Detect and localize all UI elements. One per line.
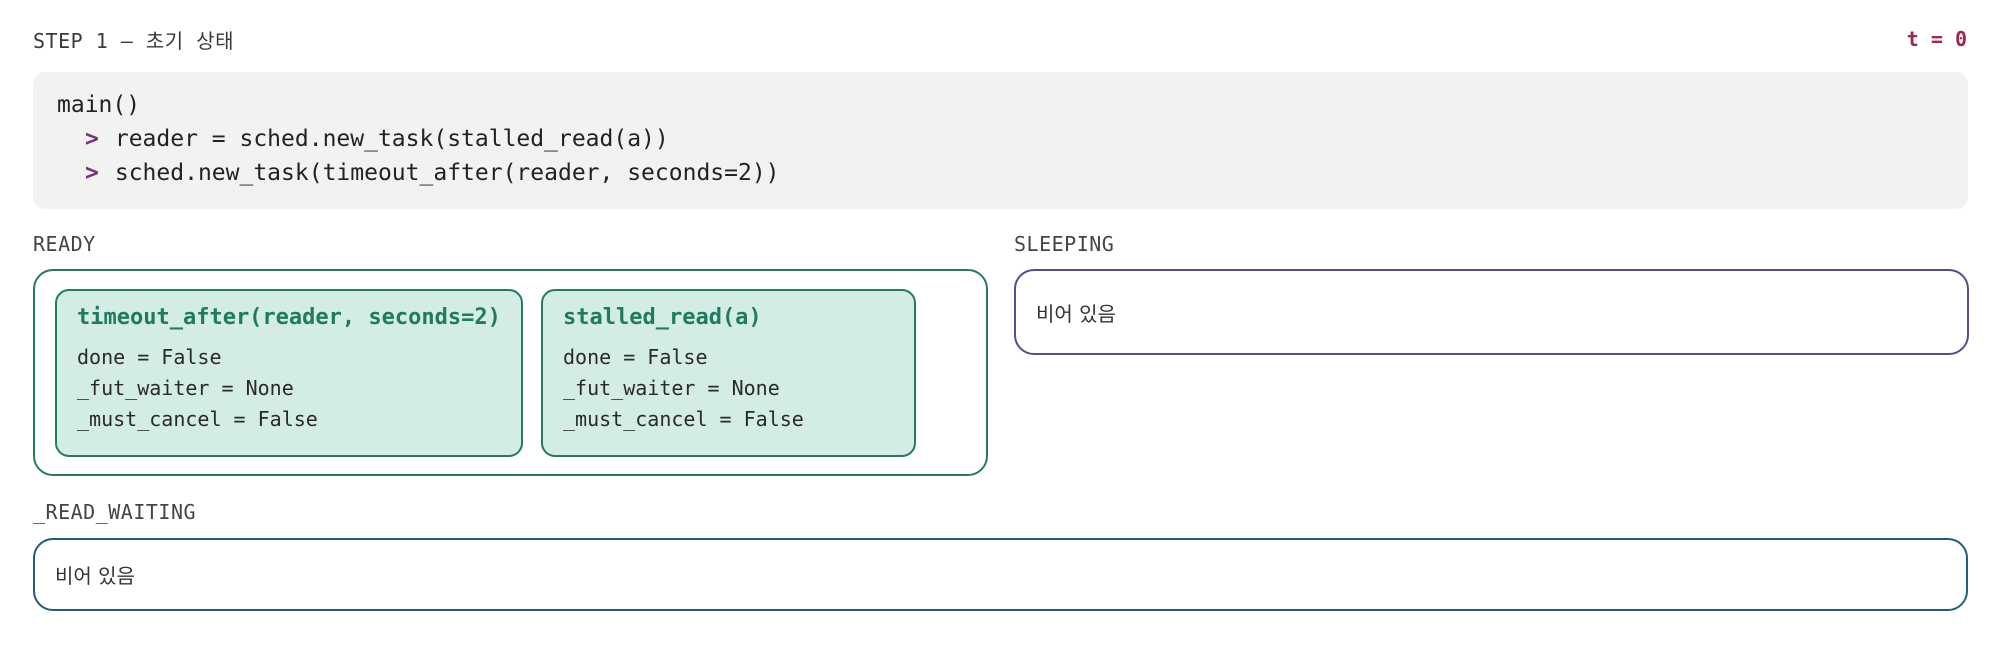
ready-label: READY bbox=[33, 232, 96, 256]
task-name: stalled_read(a) bbox=[563, 305, 762, 330]
read-waiting-label: _READ_WAITING bbox=[33, 500, 197, 524]
step-title: STEP 1 — 초기 상태 bbox=[33, 28, 235, 53]
sleeping-empty-text: 비어 있음 bbox=[1036, 302, 1116, 326]
task-field-fut-waiter: _fut_waiter = None bbox=[77, 376, 294, 400]
code-line-timeout-text: sched.new_task(timeout_after(reader, sec… bbox=[114, 160, 780, 186]
task-card-stalled-read: stalled_read(a) done = False _fut_waiter… bbox=[541, 289, 916, 457]
read-waiting-empty-text: 비어 있음 bbox=[55, 564, 135, 588]
code-line-timeout: > sched.new_task(timeout_after(reader, se… bbox=[57, 156, 1944, 190]
sleeping-queue-panel: 비어 있음 bbox=[1014, 269, 1969, 355]
task-field-done: done = False bbox=[77, 345, 222, 369]
task-field-done: done = False bbox=[563, 345, 708, 369]
code-block: main() > reader = sched.new_task(stalled_… bbox=[33, 72, 1968, 209]
task-field-must-cancel: _must_cancel = False bbox=[563, 407, 804, 431]
task-field-must-cancel: _must_cancel = False bbox=[77, 407, 318, 431]
task-name: timeout_after(reader, seconds=2) bbox=[77, 305, 501, 330]
code-line-reader-text: reader = sched.new_task(stalled_read(a)) bbox=[114, 126, 669, 152]
code-line-main: main() bbox=[57, 92, 141, 118]
prompt-symbol: > bbox=[85, 160, 99, 186]
ready-queue-panel: timeout_after(reader, seconds=2) done = … bbox=[33, 269, 988, 476]
step-header: STEP 1 — 초기 상태 t = 0 bbox=[33, 24, 1967, 54]
read-waiting-panel: 비어 있음 bbox=[33, 538, 1968, 611]
code-line-reader: > reader = sched.new_task(stalled_read(a)… bbox=[57, 122, 1944, 156]
time-label: t = 0 bbox=[1906, 27, 1967, 51]
task-field-fut-waiter: _fut_waiter = None bbox=[563, 376, 780, 400]
task-card-timeout-after: timeout_after(reader, seconds=2) done = … bbox=[55, 289, 523, 457]
prompt-symbol: > bbox=[85, 126, 99, 152]
sleeping-label: SLEEPING bbox=[1014, 232, 1115, 256]
